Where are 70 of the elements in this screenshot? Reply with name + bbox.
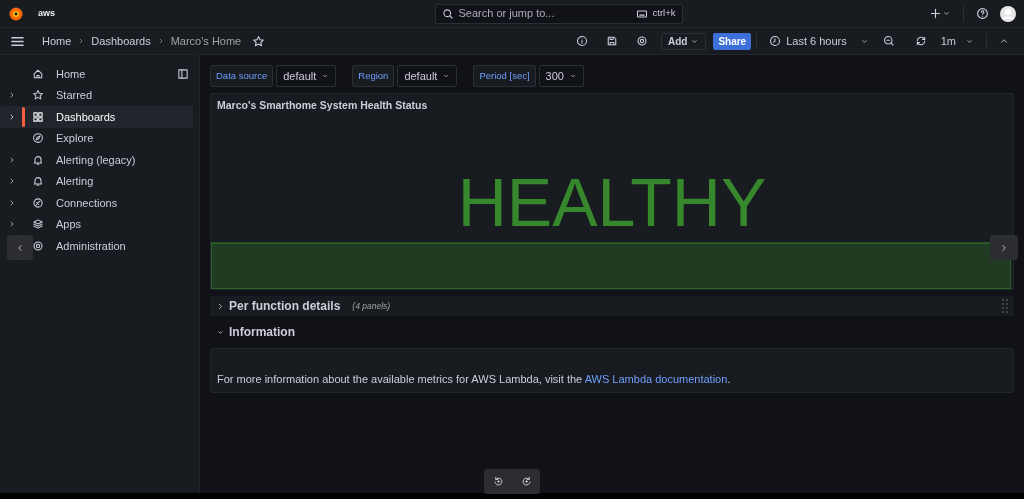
caret-icon <box>321 72 330 80</box>
sidebar-item[interactable]: Alerting <box>0 170 193 192</box>
expand-icon <box>8 177 16 186</box>
logo-icon[interactable] <box>8 5 24 22</box>
variable-dropdown[interactable]: default <box>276 65 337 87</box>
info-text: For more information about the available metrics for AWS Lambda, visit the AWS Lambda documentation. <box>217 371 731 387</box>
sidebar-item[interactable]: Dashboards <box>0 106 193 128</box>
sidebar-item[interactable]: Apps <box>0 213 193 235</box>
sidebar-item[interactable]: Administration <box>0 235 193 257</box>
star-icon <box>32 89 44 102</box>
chevron-right-icon <box>999 242 1009 253</box>
shortcut-hint: ctrl+k <box>652 6 676 21</box>
add-button[interactable]: Add <box>660 32 707 50</box>
time-range-picker[interactable]: Last 6 hours <box>762 32 876 50</box>
search-box[interactable]: Search or jump to... ctrl+k <box>434 3 683 24</box>
share-button[interactable]: Share <box>713 32 752 50</box>
caret-icon <box>568 72 577 80</box>
chevron-up-icon <box>999 36 1009 46</box>
compass-icon <box>32 132 44 145</box>
panel-count: (4 panels) <box>352 299 391 313</box>
logo-text: aws <box>38 6 55 20</box>
undo-icon <box>492 476 504 487</box>
row-header[interactable]: Per function details (4 panels) <box>210 296 1014 316</box>
chevron-right-icon <box>216 301 225 311</box>
caret-icon <box>942 9 951 18</box>
sidebar-item[interactable]: Home <box>0 63 193 85</box>
zoom-out-icon <box>882 35 895 47</box>
panel-title: Marco's Smarthome System Health Status <box>216 98 429 113</box>
keyboard-icon <box>635 7 648 20</box>
help-icon <box>976 7 989 20</box>
star-icon <box>252 34 266 48</box>
expand-icon <box>8 91 16 100</box>
expand-icon <box>8 198 16 207</box>
variable-dropdown[interactable]: default <box>397 65 458 87</box>
breadcrumb-link[interactable]: Home <box>42 32 72 50</box>
variable-label: Region <box>352 65 395 87</box>
plus-icon <box>929 7 942 20</box>
sidebar-item[interactable]: Connections <box>0 192 193 214</box>
bell-icon <box>32 175 44 188</box>
sidebar-item[interactable]: Alerting (legacy) <box>0 149 193 171</box>
refresh-interval-picker[interactable]: 1m <box>933 32 981 50</box>
stat-value: HEALTHY <box>456 168 768 236</box>
grid-icon <box>32 110 44 123</box>
sidebar-item[interactable]: Starred <box>0 84 193 106</box>
row-header[interactable]: Information <box>210 322 1014 342</box>
expand-icon <box>8 155 16 164</box>
save-icon <box>605 35 618 47</box>
redo-icon <box>520 476 532 487</box>
breadcrumb-link[interactable]: Dashboards <box>91 32 151 50</box>
layers-icon <box>32 218 44 231</box>
clock-icon <box>769 35 782 47</box>
breadcrumb-link[interactable]: Marco's Home <box>170 32 242 50</box>
search-icon <box>441 7 454 20</box>
caret-icon <box>442 72 451 80</box>
variable-label: Period [sec] <box>473 65 536 87</box>
variable-label: Data source <box>210 65 274 87</box>
avatar-icon[interactable] <box>1000 5 1016 22</box>
chevron-left-icon <box>15 242 25 253</box>
info-icon <box>575 35 588 47</box>
expand-icon <box>8 112 16 121</box>
variable-dropdown[interactable]: 300 <box>538 65 584 87</box>
home-icon <box>32 67 44 80</box>
settings-icon <box>635 35 648 47</box>
dock-icon <box>177 67 189 80</box>
drag-handle-icon[interactable] <box>1002 299 1008 313</box>
search-input[interactable]: Search or jump to... <box>458 5 631 22</box>
expand-icon <box>8 220 16 229</box>
sidebar-item[interactable]: Explore <box>0 127 193 149</box>
bell-icon <box>32 153 44 166</box>
refresh-icon <box>914 35 927 47</box>
